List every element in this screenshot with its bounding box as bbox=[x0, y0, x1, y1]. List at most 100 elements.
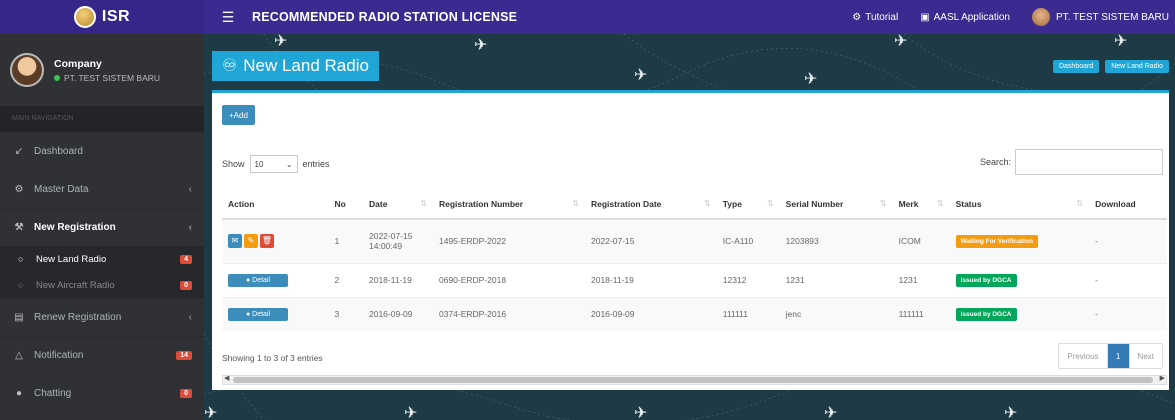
data-table: Action No Date ⇅ Registration Number ⇅ R… bbox=[222, 189, 1167, 331]
scroll-right-icon[interactable]: ▶ bbox=[1160, 374, 1165, 382]
menu-toggle-icon[interactable]: ☰ bbox=[218, 9, 238, 26]
show-label: Show bbox=[222, 159, 245, 169]
entries-label: entries bbox=[302, 159, 330, 169]
entries-select-value: 10 bbox=[254, 159, 264, 169]
column-header-label: No bbox=[334, 198, 346, 209]
nav-header: MAIN NAVIGATION bbox=[0, 106, 204, 132]
page-title: ♾ New Land Radio bbox=[212, 51, 379, 81]
application-label: AASL Application bbox=[933, 11, 1010, 23]
column-header[interactable]: Status ⇅ bbox=[949, 189, 1090, 220]
scroll-left-icon[interactable]: ◀ bbox=[224, 374, 229, 382]
horizontal-scrollbar[interactable]: ◀ ▶ bbox=[222, 375, 1167, 385]
status-badge: Waiting For Verification bbox=[955, 234, 1038, 248]
sort-icon: ⇅ bbox=[879, 198, 887, 208]
user-menu[interactable]: PT. TEST SISTEM BARU bbox=[1032, 8, 1169, 26]
app-title: RECOMMENDED RADIO STATION LICENSE bbox=[252, 10, 518, 24]
delete-button[interactable]: 🗑 bbox=[260, 234, 274, 249]
brand-logo-icon bbox=[73, 6, 96, 28]
column-header[interactable]: Type ⇅ bbox=[716, 189, 780, 220]
action-cell: ● Detail bbox=[222, 296, 329, 331]
scrollbar-thumb[interactable] bbox=[233, 377, 1153, 383]
column-header-label: Merk bbox=[898, 198, 919, 209]
column-header[interactable]: Date ⇅ bbox=[363, 189, 433, 220]
table-info: Showing 1 to 3 of 3 entries bbox=[222, 353, 323, 363]
breadcrumb-dashboard[interactable]: Dashboard bbox=[1052, 60, 1100, 73]
cell-serial-number: jenc bbox=[779, 296, 893, 331]
tutorial-link[interactable]: ⚙ Tutorial bbox=[852, 12, 898, 23]
line-chart-icon: ↙ bbox=[14, 146, 24, 157]
monitor-icon: ▣ bbox=[920, 11, 930, 23]
table-row: ● Detail 3 2016-09-09 0374-ERDP-2016 201… bbox=[222, 296, 1167, 331]
sidebar-item-new-registration[interactable]: ⚒ New Registration ‹ bbox=[0, 208, 204, 246]
column-header-label: Serial Number bbox=[785, 198, 844, 209]
edit-button[interactable]: ✎ bbox=[244, 234, 258, 249]
view-button[interactable]: ✉ bbox=[228, 234, 242, 249]
content-box: +Add Show 10 ⌄ entries Search: Action No… bbox=[212, 90, 1169, 390]
cell-type: IC-A110 bbox=[716, 218, 780, 263]
status-badge: Issued by DGCA bbox=[955, 307, 1017, 321]
status-badge: Issued by DGCA bbox=[955, 273, 1017, 287]
table-row: ✉ ✎ 🗑 1 2022-07-15 14:00:49 1495-ERDP-2022… bbox=[222, 218, 1167, 263]
cell-download: - bbox=[1089, 218, 1167, 263]
cell-registration-date: 2016-09-09 bbox=[585, 296, 717, 331]
detail-button[interactable]: ● Detail bbox=[228, 273, 288, 287]
cell-registration-number: 0690-ERDP-2018 bbox=[433, 262, 585, 297]
cell-no: 3 bbox=[328, 296, 363, 331]
cell-merk: ICOM bbox=[892, 218, 950, 263]
sidebar-item-chatting[interactable]: ● Chatting 0 bbox=[0, 374, 204, 412]
cell-date: 2022-07-15 14:00:49 bbox=[363, 218, 433, 263]
count-badge: 0 bbox=[180, 389, 192, 398]
column-header[interactable]: Registration Date ⇅ bbox=[585, 189, 717, 220]
cell-status: Waiting For Verification bbox=[949, 218, 1090, 263]
column-header-label: Date bbox=[369, 198, 388, 209]
column-header[interactable]: Serial Number ⇅ bbox=[779, 189, 893, 220]
chevron-left-icon: ‹ bbox=[188, 312, 192, 323]
sort-icon: ⇅ bbox=[936, 198, 944, 208]
previous-button[interactable]: Previous bbox=[1059, 344, 1108, 368]
user-company: PT. TEST SISTEM BARU bbox=[54, 73, 160, 83]
column-header[interactable]: Merk ⇅ bbox=[892, 189, 950, 220]
gear-icon: ⚙ bbox=[852, 11, 862, 23]
pagination: Previous 1 Next bbox=[1058, 343, 1163, 369]
breadcrumb: Dashboard New Land Radio bbox=[1052, 60, 1169, 73]
cell-date: 2016-09-09 bbox=[363, 296, 433, 331]
column-header[interactable]: No bbox=[328, 189, 363, 220]
tutorial-label: Tutorial bbox=[865, 11, 899, 23]
svg-text:✈: ✈ bbox=[474, 35, 487, 54]
cell-status: Issued by DGCA bbox=[949, 262, 1090, 297]
page-title-label: New Land Radio bbox=[243, 56, 369, 75]
chevron-down-icon: ⌄ bbox=[285, 159, 293, 169]
sidebar-item-master-data[interactable]: ⚙ Master Data ‹ bbox=[0, 170, 204, 208]
sidebar-subitem-label: New Land Radio bbox=[36, 253, 107, 265]
sidebar-item-renew-registration[interactable]: ▤ Renew Registration ‹ bbox=[0, 298, 204, 336]
column-header[interactable]: Registration Number ⇅ bbox=[433, 189, 585, 220]
next-button[interactable]: Next bbox=[1130, 344, 1162, 368]
sidebar-item-notification[interactable]: △ Notification 14 bbox=[0, 336, 204, 374]
sidebar-subitem-new-land-radio[interactable]: ○ New Land Radio 4 bbox=[0, 246, 204, 272]
main-content: ✈ ✈ ✈ ✈ ✈ ✈ ✈ ✈ ✈ ✈ ✈ ♾ New Land Radio D… bbox=[204, 34, 1175, 420]
detail-button-label: Detail bbox=[252, 276, 271, 284]
application-link[interactable]: ▣ AASL Application bbox=[920, 12, 1010, 23]
detail-button[interactable]: ● Detail bbox=[228, 307, 288, 321]
entries-select[interactable]: 10 ⌄ bbox=[249, 155, 298, 173]
sidebar: Company PT. TEST SISTEM BARU MAIN NAVIGA… bbox=[0, 34, 204, 420]
user-avatar bbox=[10, 53, 44, 87]
sidebar-item-dashboard[interactable]: ↙ Dashboard bbox=[0, 132, 204, 170]
sort-icon: ⇅ bbox=[572, 198, 579, 208]
count-badge: 0 bbox=[180, 280, 192, 290]
add-button[interactable]: +Add bbox=[222, 105, 255, 125]
brand[interactable]: ISR bbox=[0, 0, 204, 34]
sort-icon: ⇅ bbox=[704, 198, 711, 208]
brand-name: ISR bbox=[101, 8, 131, 25]
detail-button-label: Detail bbox=[252, 310, 271, 318]
sidebar-subitem-new-aircraft-radio[interactable]: ○ New Aircraft Radio 0 bbox=[0, 272, 204, 298]
svg-text:✈: ✈ bbox=[1004, 403, 1017, 420]
link-icon: ♾ bbox=[222, 56, 238, 75]
search-input[interactable] bbox=[1015, 149, 1163, 175]
avatar bbox=[1032, 8, 1050, 26]
chevron-left-icon: ‹ bbox=[188, 184, 192, 195]
cell-registration-date: 2018-11-19 bbox=[585, 262, 717, 297]
circle-icon: ○ bbox=[18, 254, 24, 264]
breadcrumb-current[interactable]: New Land Radio bbox=[1105, 60, 1169, 73]
page-button-current[interactable]: 1 bbox=[1107, 344, 1130, 368]
